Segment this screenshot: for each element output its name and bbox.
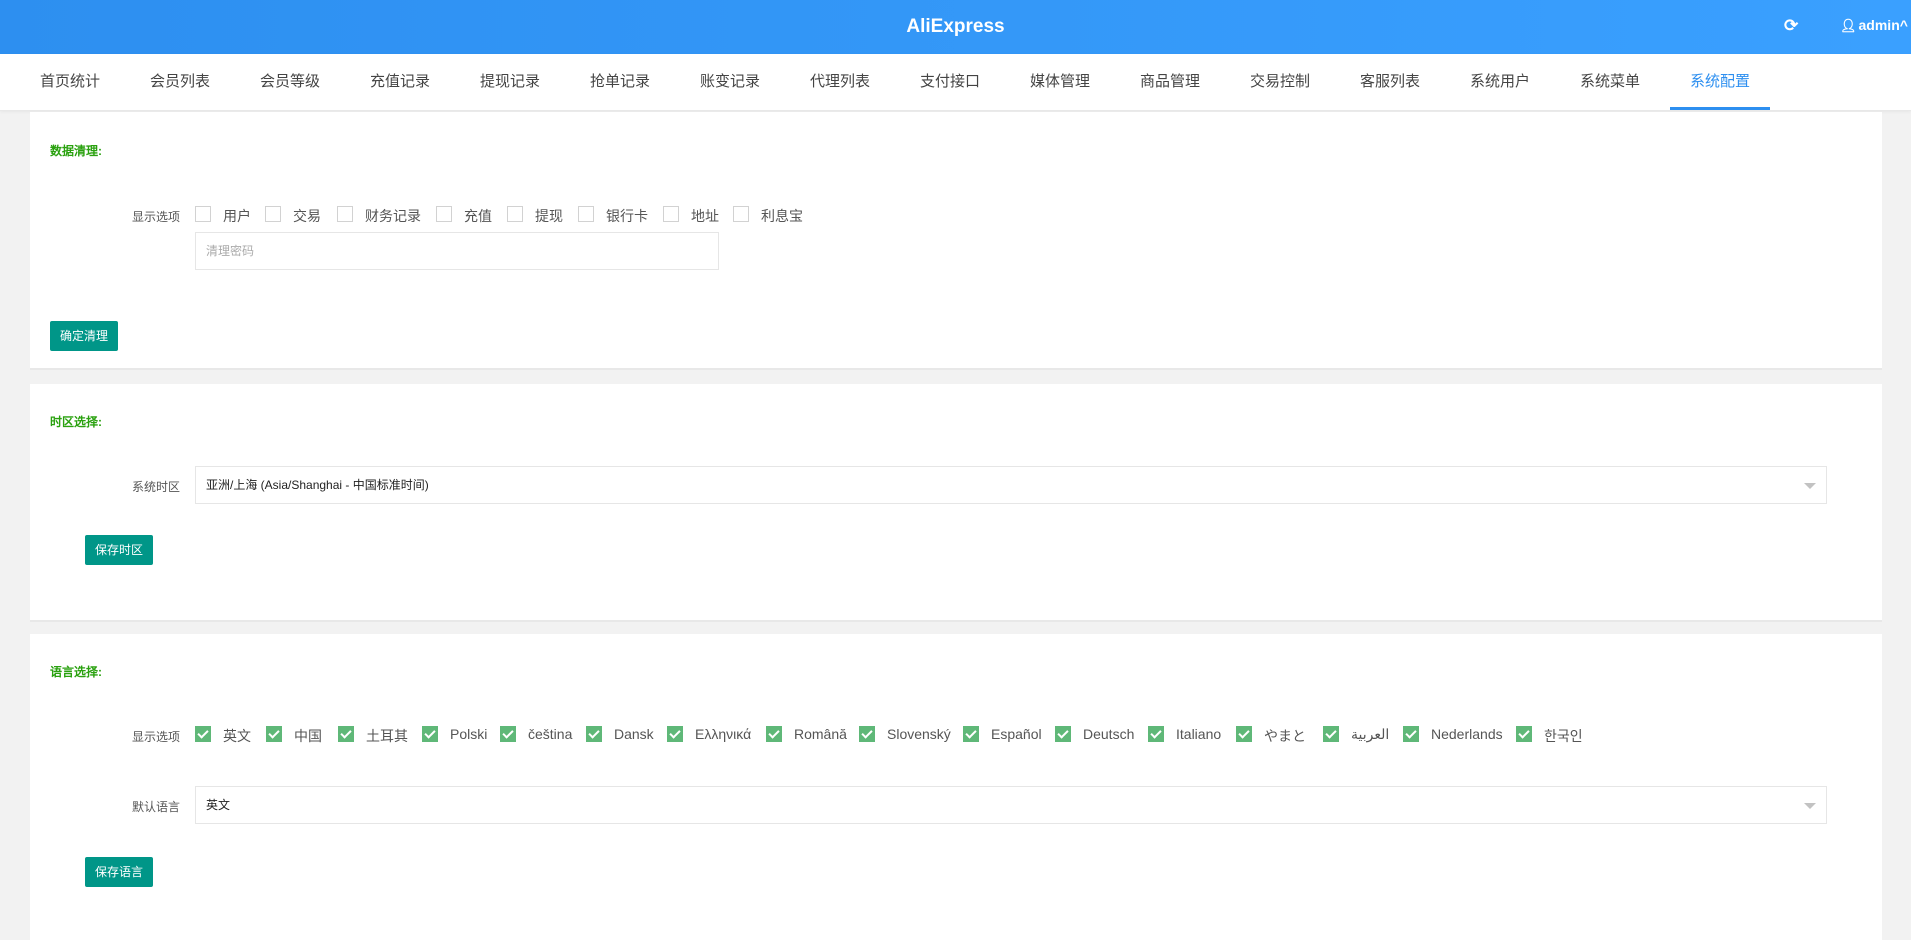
timezone-select[interactable]: 亚洲/上海 (Asia/Shanghai - 中国标准时间): [195, 466, 1827, 504]
checkbox-clear-users[interactable]: [195, 206, 211, 222]
tab-agent-list[interactable]: 代理列表: [810, 54, 870, 110]
tab-member-list[interactable]: 会员列表: [150, 54, 210, 110]
user-menu[interactable]: 👤︎ admin^: [1840, 17, 1908, 34]
language-options-label: 显示选项: [131, 730, 180, 744]
checkbox-label: 交易: [293, 208, 321, 224]
data-clear-title: 数据清理:: [50, 144, 102, 158]
checkbox-lang-english[interactable]: [195, 726, 211, 742]
checkbox-label: 利息宝: [761, 208, 803, 224]
tab-payment-interface[interactable]: 支付接口: [920, 54, 980, 110]
checkbox-label: 财务记录: [365, 208, 421, 224]
checkbox-lang-arabic[interactable]: [1323, 726, 1339, 742]
tab-system-config[interactable]: 系统配置: [1690, 54, 1750, 110]
timezone-label: 系统时区: [131, 480, 180, 494]
default-language-label: 默认语言: [131, 800, 180, 814]
tab-home-stats[interactable]: 首页统计: [40, 54, 100, 110]
chevron-down-icon: [1804, 483, 1816, 489]
checkbox-lang-danish[interactable]: [586, 726, 602, 742]
checkbox-label: Dansk: [614, 726, 654, 742]
checkbox-clear-addresses[interactable]: [663, 206, 679, 222]
checkbox-label: 土耳其: [366, 728, 408, 744]
language-title: 语言选择:: [50, 665, 102, 679]
app-title: AliExpress: [906, 16, 1005, 37]
checkbox-lang-turkish[interactable]: [338, 726, 354, 742]
timezone-card: 时区选择: 系统时区 亚洲/上海 (Asia/Shanghai - 中国标准时间…: [30, 384, 1882, 622]
tab-customer-service-list[interactable]: 客服列表: [1360, 54, 1420, 110]
checkbox-label: 银行卡: [606, 208, 648, 224]
clear-password-input[interactable]: [195, 232, 719, 270]
main-nav: 首页统计 会员列表 会员等级 充值记录 提现记录 抢单记录 账变记录 代理列表 …: [0, 54, 1911, 111]
checkbox-label: 中国: [294, 728, 322, 744]
save-timezone-button[interactable]: 保存时区: [85, 535, 154, 565]
tab-system-users[interactable]: 系统用户: [1470, 54, 1530, 110]
checkbox-clear-bank-cards[interactable]: [578, 206, 594, 222]
checkbox-clear-trades[interactable]: [265, 206, 281, 222]
user-name: admin: [1858, 17, 1900, 33]
chevron-down-icon: [1804, 803, 1816, 809]
checkbox-label: 地址: [691, 208, 719, 224]
tab-recharge-records[interactable]: 充值记录: [370, 54, 430, 110]
refresh-icon[interactable]: ⟳: [1784, 16, 1798, 36]
tab-order-grab-records[interactable]: 抢单记录: [590, 54, 650, 110]
data-clear-options-label: 显示选项: [131, 210, 180, 224]
user-icon: 👤︎: [1840, 18, 1857, 33]
checkbox-lang-greek[interactable]: [667, 726, 683, 742]
checkbox-label: Deutsch: [1083, 726, 1135, 742]
checkbox-lang-italian[interactable]: [1148, 726, 1164, 742]
top-header: AliExpress ⟳ 👤︎ admin^: [0, 0, 1911, 54]
checkbox-lang-dutch[interactable]: [1403, 726, 1419, 742]
checkbox-label: Nederlands: [1431, 726, 1503, 742]
tab-trade-control[interactable]: 交易控制: [1250, 54, 1310, 110]
checkbox-label: 英文: [223, 728, 251, 744]
tab-product-management[interactable]: 商品管理: [1140, 54, 1200, 110]
checkbox-lang-german[interactable]: [1055, 726, 1071, 742]
save-language-button[interactable]: 保存语言: [85, 857, 154, 887]
active-tab-indicator: [1670, 107, 1770, 110]
tab-media-management[interactable]: 媒体管理: [1030, 54, 1090, 110]
checkbox-lang-spanish[interactable]: [963, 726, 979, 742]
checkbox-label: 充值: [464, 208, 492, 224]
checkbox-lang-korean[interactable]: [1516, 726, 1532, 742]
confirm-clear-button[interactable]: 确定清理: [50, 321, 119, 351]
language-card: 语言选择: 显示选项 英文 中国 土耳其 Polski čeština Dans…: [30, 634, 1882, 940]
checkbox-clear-recharge[interactable]: [436, 206, 452, 222]
checkbox-label: العربية: [1351, 726, 1390, 742]
checkbox-lang-slovak[interactable]: [859, 726, 875, 742]
checkbox-clear-interest-treasure[interactable]: [733, 206, 749, 222]
checkbox-lang-romanian[interactable]: [766, 726, 782, 742]
default-language-value: 英文: [206, 798, 231, 812]
tab-member-level[interactable]: 会员等级: [260, 54, 320, 110]
checkbox-clear-finance-records[interactable]: [337, 206, 353, 222]
checkbox-label: Español: [991, 726, 1042, 742]
tab-system-menu[interactable]: 系统菜单: [1580, 54, 1640, 110]
caret-up-icon: ^: [1899, 17, 1908, 33]
default-language-select[interactable]: 英文: [195, 786, 1827, 824]
checkbox-label: čeština: [528, 726, 573, 742]
checkbox-lang-chinese[interactable]: [266, 726, 282, 742]
checkbox-label: Română: [794, 726, 847, 742]
timezone-value: 亚洲/上海 (Asia/Shanghai - 中国标准时间): [206, 478, 429, 492]
checkbox-lang-polish[interactable]: [422, 726, 438, 742]
checkbox-label: 한국인: [1544, 728, 1583, 744]
checkbox-label: 用户: [223, 208, 251, 224]
checkbox-label: Italiano: [1176, 726, 1222, 742]
checkbox-label: Ελληνικά: [695, 726, 752, 742]
checkbox-label: Polski: [450, 726, 488, 742]
checkbox-clear-withdraw[interactable]: [507, 206, 523, 222]
data-clear-card: 数据清理: 显示选项 用户 交易 财务记录 充值 提现 银行卡 地址 利息宝 确…: [30, 112, 1882, 370]
checkbox-label: 提现: [535, 208, 563, 224]
checkbox-label: やまと: [1264, 728, 1306, 744]
checkbox-lang-japanese[interactable]: [1236, 726, 1252, 742]
tab-withdraw-records[interactable]: 提现记录: [480, 54, 540, 110]
timezone-title: 时区选择:: [50, 415, 102, 429]
tab-account-change-records[interactable]: 账变记录: [700, 54, 760, 110]
checkbox-lang-czech[interactable]: [500, 726, 516, 742]
checkbox-label: Slovenský: [887, 726, 951, 742]
